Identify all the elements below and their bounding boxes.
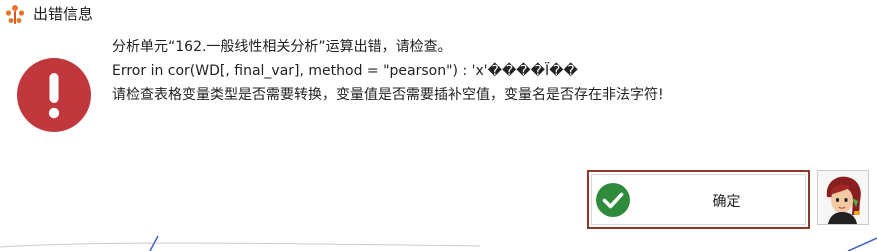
error-message-detail: Error in cor(WD[, final_var], method = "… — [112, 63, 578, 79]
error-icon — [17, 58, 91, 132]
window-title: 出错信息 — [33, 5, 94, 23]
title-bar[interactable]: 出错信息 — [0, 0, 877, 30]
error-message-hint: 请检查表格变量类型是否需要转换，变量值是否需要插补空值，变量名是否存在非法字符! — [112, 87, 664, 103]
app-logo-icon — [5, 5, 25, 24]
assistant-avatar-icon — [826, 176, 861, 224]
error-message-summary: 分析单元“162.一般线性相关分析”运算出错，请检查。 — [112, 39, 452, 55]
assistant-avatar-button[interactable] — [817, 170, 869, 225]
ok-button-label: 确定 — [712, 194, 741, 210]
ok-button[interactable]: 确定 — [587, 170, 810, 229]
